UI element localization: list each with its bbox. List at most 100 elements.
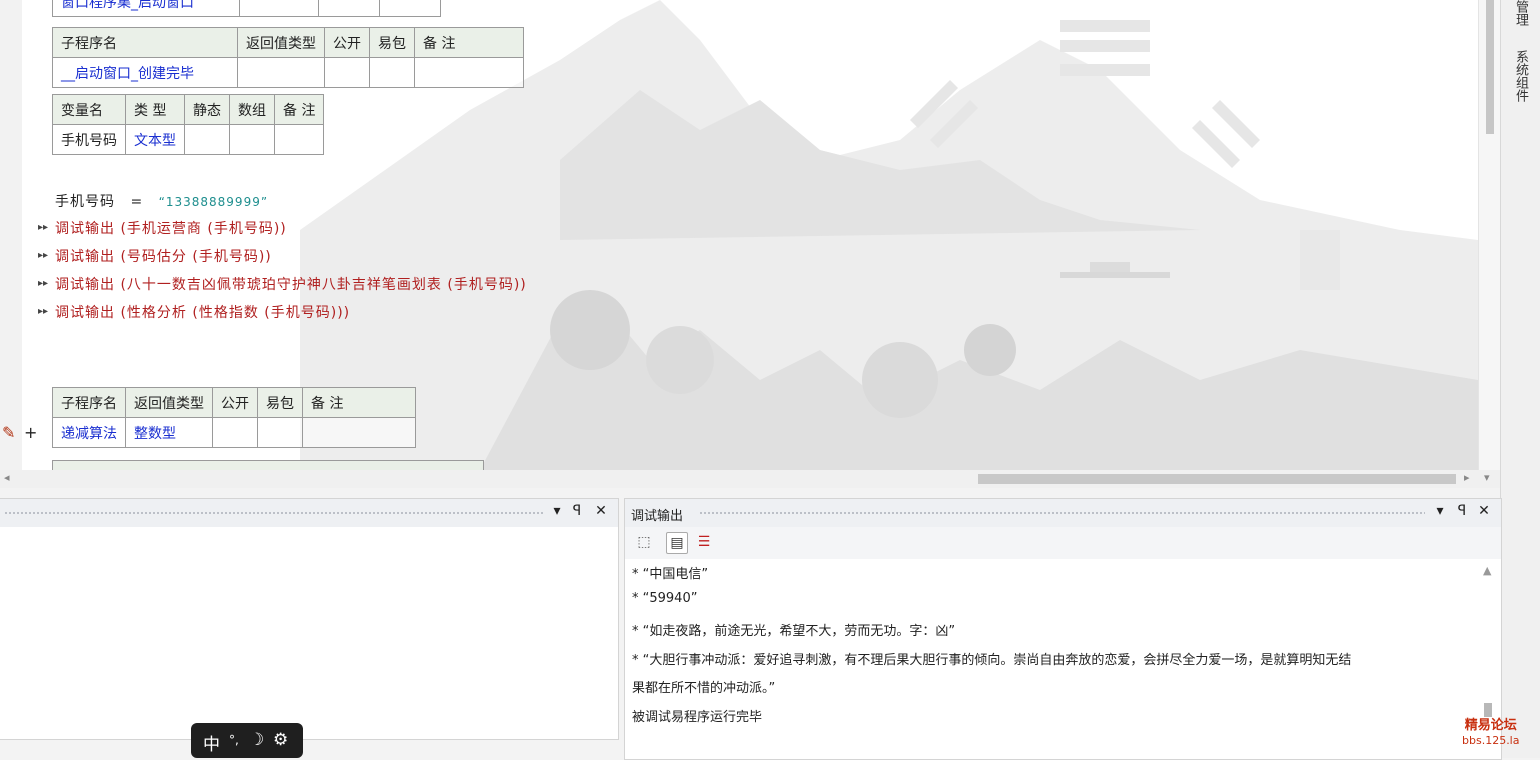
editor-vertical-thumb[interactable] (1486, 0, 1494, 134)
var-array-cell[interactable] (229, 124, 275, 155)
col-return-type: 返回值类型 (237, 27, 325, 58)
gear-icon[interactable]: ⚙ (273, 730, 288, 750)
code-line-3[interactable]: 调试输出 (八十一数吉凶佩带琥珀守护神八卦吉祥笔画划表 (手机号码)) (55, 274, 527, 294)
watermark-url: bbs.125.la (1462, 734, 1520, 747)
easy-pack-cell[interactable] (369, 57, 415, 88)
var-type-cell[interactable]: 文本型 (125, 124, 185, 155)
assign-operator: = (130, 194, 144, 210)
call-function: 调试输出 (55, 277, 115, 293)
copy-output-icon[interactable]: ▤ (666, 532, 688, 554)
right-sidebar (1500, 0, 1540, 758)
run-arrow-icon: ▸▸ (38, 306, 49, 317)
col-remark: 备 注 (414, 27, 524, 58)
select-output-icon[interactable]: ⬚ (634, 532, 654, 552)
moon-icon[interactable]: ☽ (249, 730, 264, 750)
run-arrow-icon: ▸▸ (38, 278, 49, 289)
col-var-type: 类 型 (125, 94, 185, 125)
code-line-1[interactable]: 调试输出 (手机运营商 (手机号码)) (55, 218, 287, 238)
variable-table: 变量名 类 型 静态 数组 备 注 手机号码 文本型 (52, 94, 325, 155)
code-editor[interactable]: 窗口程序集_启动窗口 子程序名 返回值类型 公开 易包 备 注 __启动窗口_创… (0, 0, 1478, 470)
pencil-icon[interactable]: ✎ (2, 423, 15, 442)
assembly-table: 窗口程序集_启动窗口 (52, 0, 441, 17)
panel-dropdown-icon[interactable]: ▾ (1431, 503, 1449, 519)
remark-cell[interactable] (414, 57, 524, 88)
call-function: 调试输出 (55, 249, 115, 265)
var-remark-cell[interactable] (273, 124, 325, 155)
col-sub-name: 子程序名 (52, 27, 238, 58)
col-remark: 备 注 (302, 387, 416, 418)
scroll-right-arrow-icon[interactable]: ▸ (1464, 471, 1470, 484)
debug-scroll-up-icon[interactable]: ▲ (1483, 564, 1491, 577)
assign-variable: 手机号码 (55, 194, 115, 210)
debug-output-line: * “如走夜路，前途无光，希望不大，劳而无功。字：凶” (632, 624, 956, 639)
panel-pin-icon[interactable]: ꟼ (568, 503, 586, 519)
panel-pin-icon[interactable]: ꟼ (1453, 503, 1471, 519)
col-return-type: 返回值类型 (125, 387, 213, 418)
col-sub-name: 子程序名 (52, 387, 126, 418)
call-args: (性格分析 (性格指数 (手机号码))) (120, 305, 351, 321)
public-cell[interactable] (212, 417, 258, 448)
remark-cell[interactable] (302, 417, 416, 448)
ime-toolbar[interactable]: 中 °, ☽ ⚙ (191, 723, 303, 758)
tab-system-components[interactable]: 系统组件 (1508, 50, 1528, 102)
debug-output-line: * “59940” (632, 591, 698, 606)
easy-pack-cell[interactable] (257, 417, 303, 448)
watermark-title: 精易论坛 (1464, 718, 1517, 733)
line-gutter (0, 0, 22, 470)
col-var-name: 变量名 (52, 94, 126, 125)
editor-horizontal-thumb[interactable] (978, 474, 1456, 484)
assign-string: “13388889999” (158, 195, 269, 209)
clear-output-icon[interactable]: ☰ (694, 532, 714, 552)
debug-toolbar (625, 527, 1501, 559)
code-line-4[interactable]: 调试输出 (性格分析 (性格指数 (手机号码))) (55, 302, 350, 322)
panel-close-icon[interactable]: ✕ (1475, 503, 1493, 519)
return-type-cell[interactable]: 整数型 (125, 417, 213, 448)
left-panel-header: ▾ ꟼ ✕ (0, 499, 618, 527)
debug-output-line: * “中国电信” (632, 567, 709, 582)
assembly-name[interactable]: 窗口程序集_启动窗口 (52, 0, 240, 17)
call-args: (手机运营商 (手机号码)) (120, 221, 287, 237)
col-easy-pack: 易包 (369, 27, 415, 58)
col-public: 公开 (324, 27, 370, 58)
scroll-menu-arrow-icon[interactable]: ▾ (1484, 471, 1490, 484)
panel-dropdown-icon[interactable]: ▾ (548, 503, 566, 519)
code-line-assign[interactable]: 手机号码 = “13388889999” (55, 191, 268, 211)
panel-close-icon[interactable]: ✕ (592, 503, 610, 519)
col-easy-pack: 易包 (257, 387, 303, 418)
col-array: 数组 (229, 94, 275, 125)
subroutine-table-2: 子程序名 返回值类型 公开 易包 备 注 递减算法 整数型 (52, 387, 416, 448)
forum-watermark: 精易论坛 bbs.125.la (1462, 718, 1519, 748)
debug-scroll-thumb[interactable] (1484, 703, 1492, 717)
tab-management[interactable]: 管理 (1508, 0, 1528, 26)
call-function: 调试输出 (55, 221, 115, 237)
debug-panel-title: 调试输出 (631, 509, 684, 524)
expand-plus[interactable]: + (24, 423, 37, 442)
header-grip (4, 511, 544, 515)
debug-output-line: * “大胆行事冲动派：爱好追寻刺激，有不理后果大胆行事的倾向。崇尚自由奔放的恋爱… (632, 653, 1352, 668)
run-arrow-icon: ▸▸ (38, 222, 49, 233)
header-grip (699, 511, 1425, 515)
ime-mode-toggle[interactable]: 中 (203, 730, 220, 755)
var-static-cell[interactable] (184, 124, 230, 155)
col-public: 公开 (212, 387, 258, 418)
debug-output-line: 被调试易程序运行完毕 (632, 710, 763, 725)
call-function: 调试输出 (55, 305, 115, 321)
ime-punct-toggle[interactable]: °, (229, 733, 239, 747)
scroll-left-arrow-icon[interactable]: ◂ (4, 471, 10, 484)
col-var-remark: 备 注 (273, 94, 325, 125)
return-type-cell[interactable] (237, 57, 325, 88)
call-args: (八十一数吉凶佩带琥珀守护神八卦吉祥笔画划表 (手机号码)) (120, 277, 527, 293)
debug-panel-header: 调试输出 ▾ ꟼ ✕ (625, 499, 1501, 527)
subroutine-name-cell[interactable]: __启动窗口_创建完毕 (52, 57, 238, 88)
partial-table-header (52, 460, 484, 470)
run-arrow-icon: ▸▸ (38, 250, 49, 261)
subroutine-name-cell[interactable]: 递减算法 (52, 417, 126, 448)
subroutine-table-1: 子程序名 返回值类型 公开 易包 备 注 __启动窗口_创建完毕 (52, 27, 524, 88)
code-line-2[interactable]: 调试输出 (号码估分 (手机号码)) (55, 246, 272, 266)
var-name-cell[interactable]: 手机号码 (52, 124, 126, 155)
debug-output-line: 果都在所不惜的冲动派。” (632, 681, 776, 696)
left-bottom-panel: ▾ ꟼ ✕ (0, 498, 619, 740)
call-args: (号码估分 (手机号码)) (120, 249, 272, 265)
public-cell[interactable] (324, 57, 370, 88)
col-static: 静态 (184, 94, 230, 125)
